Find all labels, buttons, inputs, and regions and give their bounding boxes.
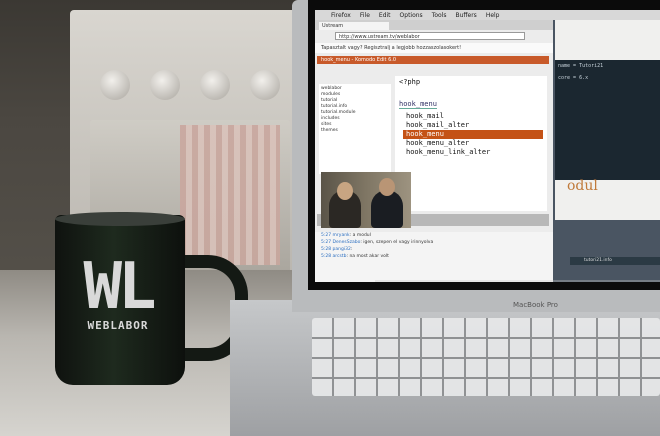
- editor-statusline: tutori21.info: [570, 257, 660, 265]
- chat-user[interactable]: arcstb: [333, 254, 347, 259]
- presenter-right-head: [379, 178, 395, 196]
- chat-line: 5:27 mryank: a modul: [321, 233, 371, 238]
- autocomplete-item[interactable]: hook_mail_alter: [403, 121, 543, 130]
- terminal-editor: name = Tutori21 core = 6.x: [555, 60, 660, 180]
- stove-knob: [100, 70, 130, 100]
- browser-window: Ustream http://www.ustream.tv/weblabor T…: [315, 20, 553, 282]
- mug-rim: [55, 212, 185, 226]
- code-editor[interactable]: <?php hook_menu hook_mail hook_mail_alte…: [395, 76, 547, 211]
- chat-line: 5:28 pangi32:: [321, 247, 353, 252]
- editor-line: core = 6.x: [558, 75, 589, 81]
- key-row-gap: [312, 357, 660, 359]
- chat-text: na most akar volt: [349, 254, 389, 259]
- chat-user[interactable]: pangi32: [333, 247, 351, 252]
- page-notice: Tapasztalt vagy? Regisztralj a legjobb h…: [315, 43, 553, 53]
- menu-item[interactable]: Tools: [432, 12, 447, 19]
- mug-logo: WL WEBLABOR: [62, 255, 174, 332]
- menu-item[interactable]: Buffers: [455, 12, 476, 19]
- mug-logo-mark: WL: [83, 250, 156, 324]
- laptop-screen: Firefox File Edit Options Tools Buffers …: [315, 10, 660, 282]
- menu-item[interactable]: File: [360, 12, 370, 19]
- autocomplete-item[interactable]: hook_menu_link_alter: [403, 148, 543, 157]
- ide-title: hook_menu - Komodo Edit 6.0: [317, 56, 549, 64]
- key-row-gap: [312, 337, 660, 339]
- file-tree-item[interactable]: themes: [321, 128, 389, 134]
- autocomplete-list[interactable]: hook_mail hook_mail_alter hook_menu hook…: [403, 112, 543, 157]
- chat-user[interactable]: DenesSzabo: [333, 240, 361, 245]
- presenter-left-head: [337, 182, 353, 200]
- stove-knob: [250, 70, 280, 100]
- chat-time: 5:28: [321, 254, 332, 259]
- chat-panel: 5:27 mryank: a modul 5:27 DenesSzabo: ig…: [315, 232, 553, 282]
- chat-time: 5:28: [321, 247, 332, 252]
- url-bar[interactable]: http://www.ustream.tv/weblabor: [335, 32, 525, 40]
- photo-scene: WL WEBLABOR MacBook Pro Firefox File Edi…: [0, 0, 660, 436]
- laptop-brand: MacBook Pro: [513, 301, 558, 309]
- browser-tab[interactable]: Ustream: [319, 22, 389, 30]
- code-line-current: hook_menu: [399, 100, 437, 109]
- stove-knob: [200, 70, 230, 100]
- menu-item[interactable]: Firefox: [331, 12, 351, 19]
- autocomplete-item[interactable]: hook_mail: [403, 112, 543, 121]
- stream-player: hook_menu - Komodo Edit 6.0 weblabor mod…: [317, 56, 549, 241]
- code-line: <?php: [399, 78, 421, 86]
- mac-menubar: Firefox File Edit Options Tools Buffers …: [315, 10, 660, 20]
- dish-towel: [180, 125, 280, 265]
- stove-knob: [150, 70, 180, 100]
- slide-title-fragment: odul: [567, 178, 598, 194]
- chat-text: a modul: [352, 233, 371, 238]
- chat-line: 5:28 arcstb: na most akar volt: [321, 254, 389, 259]
- menu-item[interactable]: Help: [486, 12, 500, 19]
- mug-logo-text: WEBLABOR: [87, 319, 149, 332]
- chat-text: igen, szepen el vagy irinnyolva: [363, 240, 434, 245]
- tab-bar: Ustream: [315, 20, 553, 30]
- webcam-feed: [321, 172, 411, 228]
- chat-line: 5:27 DenesSzabo: igen, szepen el vagy ir…: [321, 240, 434, 245]
- key-row-gap: [312, 377, 660, 379]
- chat-user[interactable]: mryank: [333, 233, 350, 238]
- autocomplete-item-selected[interactable]: hook_menu: [403, 130, 543, 139]
- menu-item[interactable]: Options: [400, 12, 423, 19]
- autocomplete-item[interactable]: hook_menu_alter: [403, 139, 543, 148]
- editor-line: name = Tutori21: [558, 63, 604, 69]
- chat-time: 5:27: [321, 240, 332, 245]
- menu-item[interactable]: Edit: [379, 12, 391, 19]
- file-tree: weblabor modules tutorial tutorial.info …: [319, 84, 391, 174]
- chat-time: 5:27: [321, 233, 332, 238]
